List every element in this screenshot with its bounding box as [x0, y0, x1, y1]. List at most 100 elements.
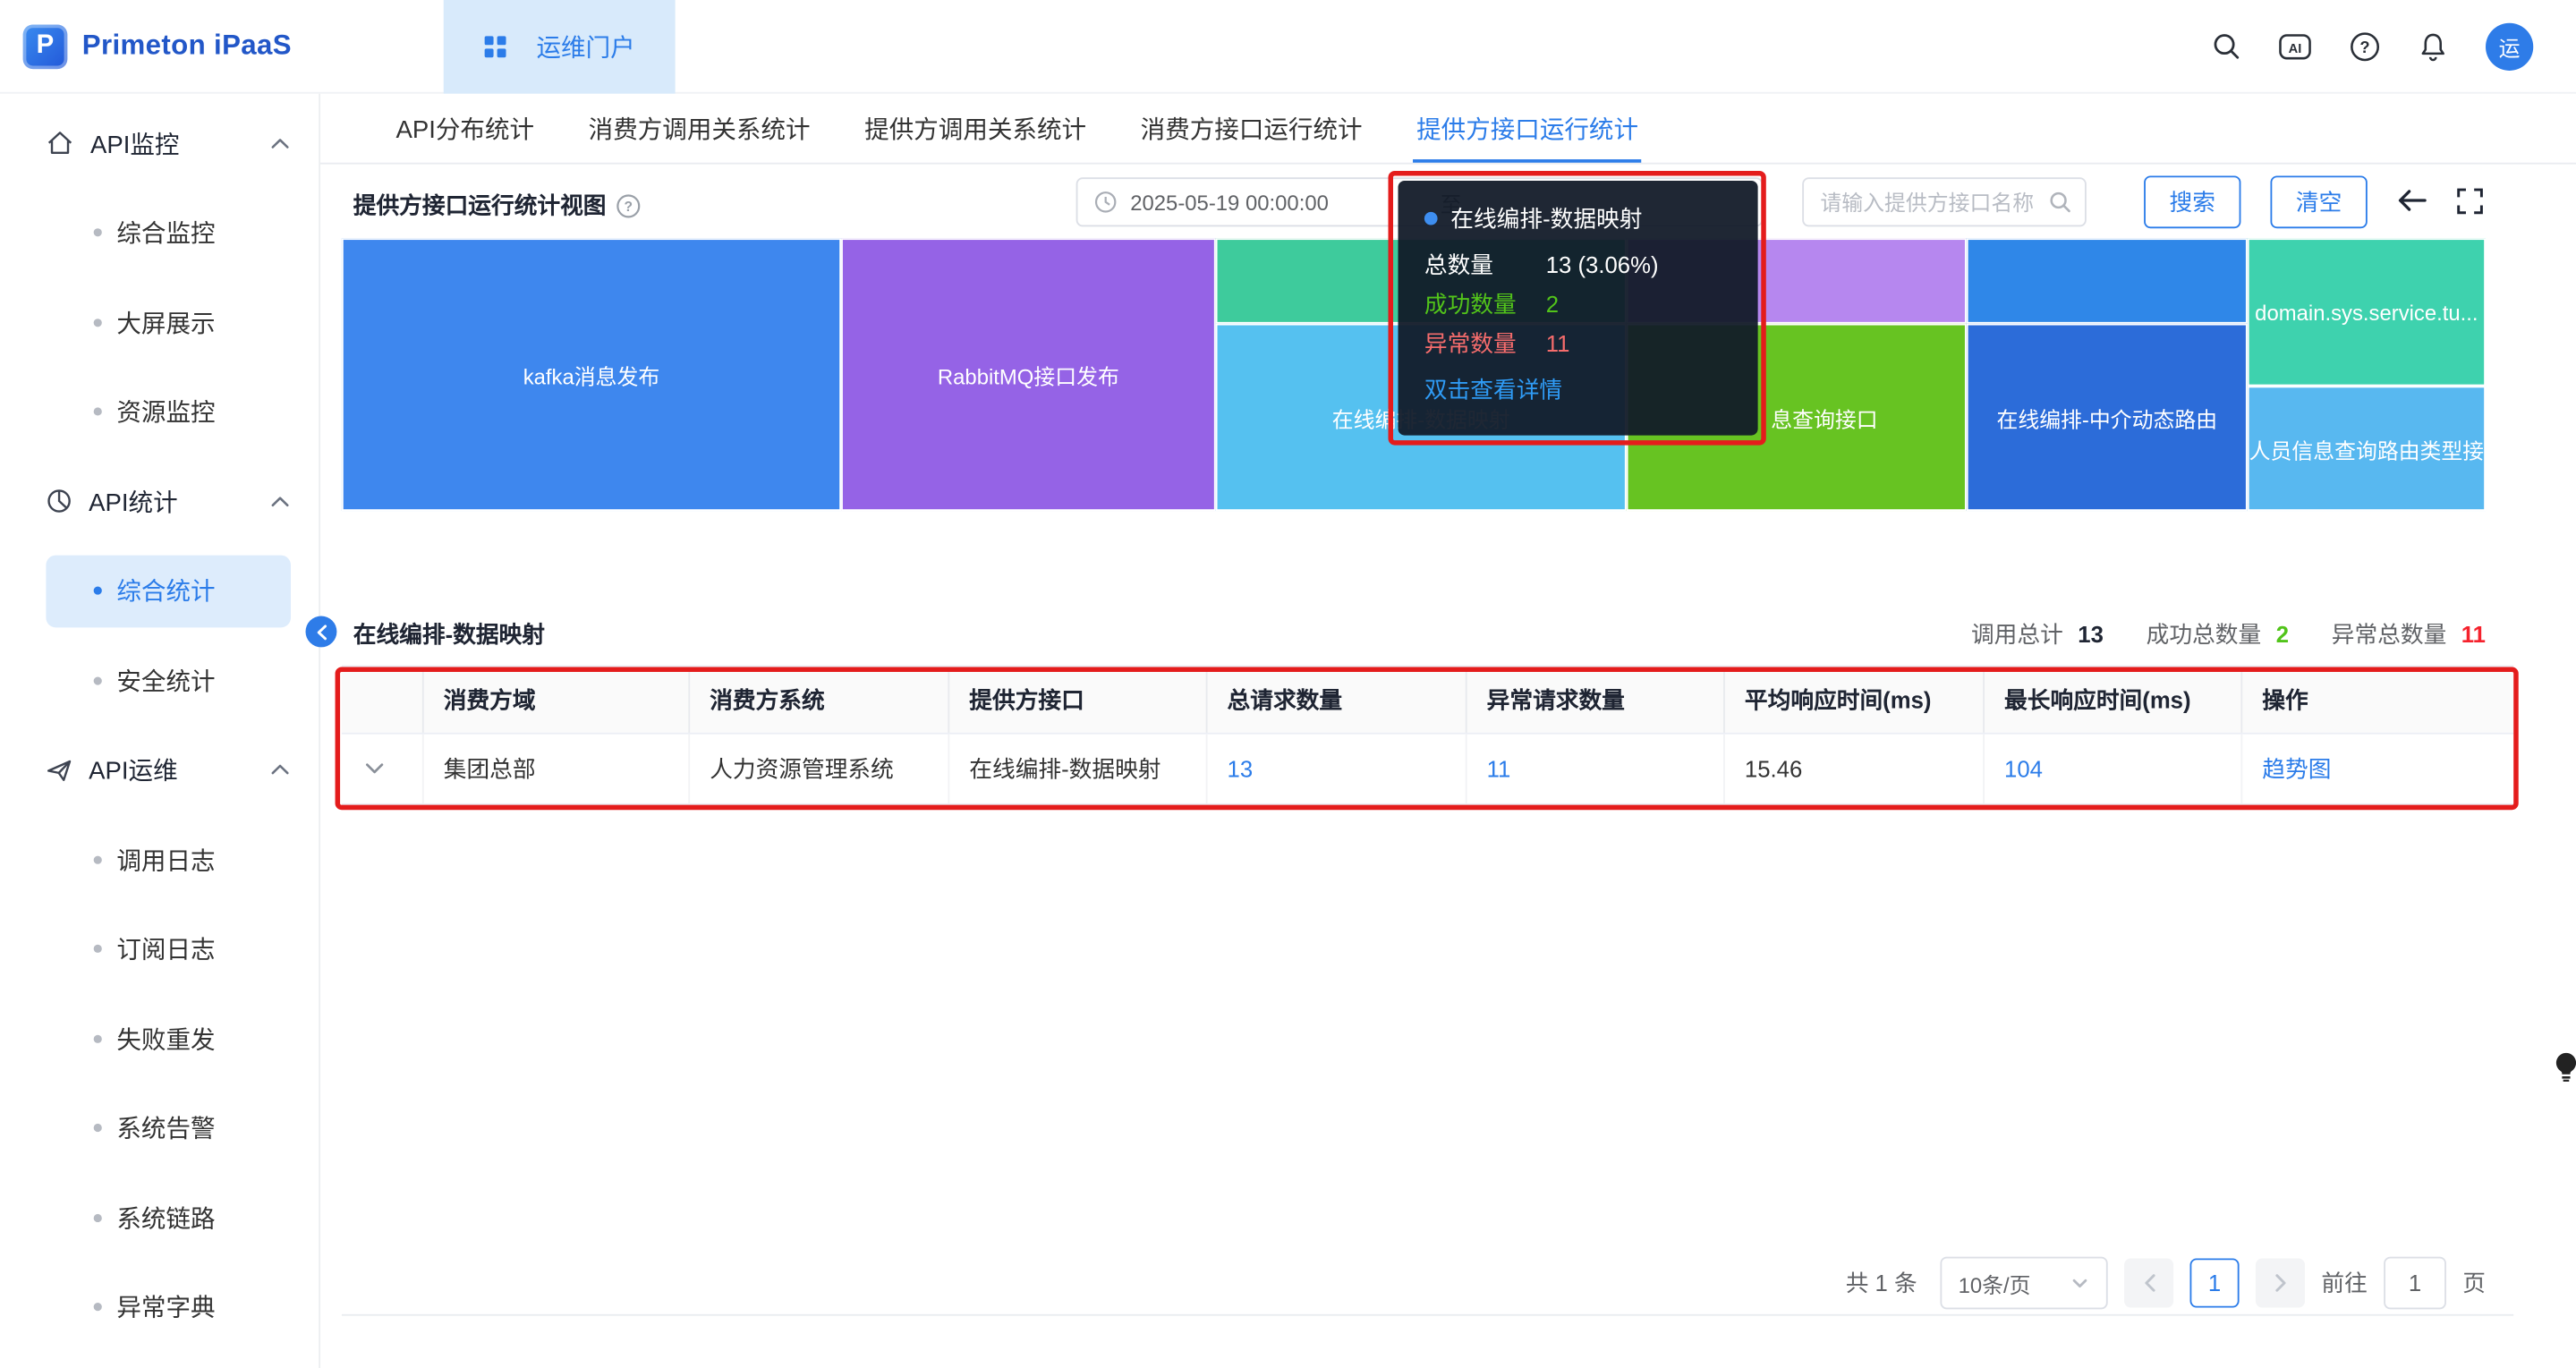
paper-plane-icon [46, 757, 72, 783]
portal-tab[interactable]: 运维门户 [443, 0, 675, 93]
sidebar: API监控 综合监控 大屏展示 资源监控 API统计 [0, 94, 320, 1368]
cell-consumer-domain: 集团总部 [424, 735, 690, 803]
series-dot [1424, 212, 1438, 225]
sidebar-section-api-stats[interactable]: API统计 [0, 456, 319, 546]
detail-title: 在线编排-数据映射 [353, 617, 545, 650]
collapse-panel-button[interactable] [306, 616, 337, 648]
section-title-text: 提供方接口运行统计视图 [353, 189, 607, 222]
tab-bar: API分布统计 消费方调用关系统计 提供方调用关系统计 消费方接口运行统计 提供… [320, 94, 2576, 165]
treemap-block-blue-top[interactable] [1967, 238, 2248, 323]
date-start-value: 2025-05-19 00:00:00 [1130, 190, 1329, 215]
table-header-expand [342, 667, 424, 732]
grid-icon [482, 34, 507, 59]
sidebar-item-resource-monitor[interactable]: 资源监控 [0, 367, 319, 456]
clock-icon [1094, 191, 1118, 214]
cell-error-requests-link[interactable]: 11 [1467, 735, 1725, 803]
pie-chart-icon [46, 489, 72, 514]
sidebar-item-label: 异常字典 [116, 1290, 215, 1325]
lightbulb-icon[interactable] [2553, 1051, 2576, 1087]
treemap-block-domain-service[interactable]: domain.sys.service.tu... [2248, 238, 2486, 386]
svg-text:?: ? [2359, 37, 2369, 55]
provider-search-input[interactable] [1820, 190, 2048, 215]
goto-page-input[interactable] [2384, 1257, 2446, 1310]
cell-max-response-link[interactable]: 104 [1985, 735, 2242, 803]
table-header-action: 操作 [2242, 667, 2513, 732]
bullet-dot [94, 587, 102, 595]
sidebar-item-exception-dict[interactable]: 异常字典 [0, 1262, 319, 1352]
cell-total-requests-link[interactable]: 13 [1208, 735, 1467, 803]
table-header-consumer-domain: 消费方域 [424, 667, 690, 732]
tooltip-detail-link[interactable]: 双击查看详情 [1424, 373, 1731, 406]
fullscreen-icon[interactable] [2450, 181, 2489, 220]
pagination-total: 共 1 条 [1846, 1267, 1917, 1300]
sidebar-item-label: 失败重发 [116, 1022, 215, 1057]
row-expand-cell [342, 735, 424, 803]
prev-page-button[interactable] [2124, 1258, 2173, 1307]
tooltip-title: 在线编排-数据映射 [1450, 202, 1642, 235]
sidebar-item-label: 综合监控 [116, 216, 215, 251]
portal-tab-label: 运维门户 [537, 29, 635, 64]
svg-text:AI: AI [2289, 41, 2302, 55]
sidebar-item-comprehensive-stats[interactable]: 综合统计 [0, 546, 319, 635]
cell-provider-api: 在线编排-数据映射 [949, 735, 1207, 803]
table-header-max-response: 最长响应时间(ms) [1985, 667, 2242, 732]
chevron-down-icon[interactable] [365, 762, 385, 776]
sidebar-item-system-alert[interactable]: 系统告警 [0, 1083, 319, 1173]
bullet-dot [94, 855, 102, 863]
table-header-error-requests: 异常请求数量 [1467, 667, 1725, 732]
sidebar-item-fail-retry[interactable]: 失败重发 [0, 994, 319, 1083]
header-actions: AI ? 运 [2210, 22, 2576, 70]
sidebar-item-comprehensive-monitor[interactable]: 综合监控 [0, 188, 319, 277]
tab-consumer-call-relation-stats[interactable]: 消费方调用关系统计 [589, 94, 811, 163]
avatar[interactable]: 运 [2486, 22, 2533, 70]
svg-text:?: ? [625, 199, 633, 214]
cell-consumer-system: 人力资源管理系统 [690, 735, 949, 803]
home-icon [46, 131, 73, 157]
table-header-consumer-system: 消费方系统 [690, 667, 949, 732]
treemap-block-dynamic-route[interactable]: 在线编排-中介动态路由 [1967, 324, 2248, 511]
sidebar-item-label: 订阅日志 [116, 932, 215, 967]
table-row: 集团总部 人力资源管理系统 在线编排-数据映射 13 11 15.46 104 … [342, 735, 2513, 805]
sidebar-item-label: 安全统计 [116, 663, 215, 698]
tab-consumer-api-run-stats[interactable]: 消费方接口运行统计 [1141, 94, 1363, 163]
page-size-select[interactable]: 10条/页 [1940, 1257, 2107, 1310]
stat-total-calls: 调用总计13 [1971, 617, 2104, 650]
page-number-1[interactable]: 1 [2190, 1258, 2240, 1307]
sidebar-section-api-ops[interactable]: API运维 [0, 726, 319, 815]
treemap-block-rabbitmq[interactable]: RabbitMQ接口发布 [841, 238, 1216, 511]
tab-provider-api-run-stats[interactable]: 提供方接口运行统计 [1416, 94, 1638, 163]
tab-provider-call-relation-stats[interactable]: 提供方调用关系统计 [864, 94, 1086, 163]
chart-tooltip: 在线编排-数据映射 总数量13 (3.06%) 成功数量2 异常数量11 双击查… [1399, 181, 1758, 436]
sidebar-item-security-stats[interactable]: 安全统计 [0, 636, 319, 726]
provider-search [1802, 177, 2087, 226]
tab-api-distribution-stats[interactable]: API分布统计 [395, 94, 534, 163]
sidebar-item-label: 调用日志 [116, 842, 215, 877]
sidebar-section-api-monitor[interactable]: API监控 [0, 98, 319, 188]
sidebar-item-subscribe-log[interactable]: 订阅日志 [0, 905, 319, 994]
bullet-dot [94, 1034, 102, 1042]
sidebar-item-label: 大屏展示 [116, 305, 215, 340]
cell-trend-chart-link[interactable]: 趋势图 [2242, 735, 2513, 803]
sidebar-item-call-log[interactable]: 调用日志 [0, 815, 319, 905]
sidebar-item-system-trace[interactable]: 系统链路 [0, 1173, 319, 1262]
search-icon[interactable] [2210, 30, 2243, 63]
treemap-block-person-route[interactable]: 人员信息查询路由类型接 [2248, 386, 2486, 511]
bullet-dot [94, 1303, 102, 1311]
back-arrow-icon[interactable] [2392, 181, 2431, 220]
bullet-dot [94, 1124, 102, 1132]
question-circle-icon[interactable]: ? [616, 193, 642, 218]
logo-icon: P [23, 24, 68, 69]
bullet-dot [94, 319, 102, 327]
bell-icon[interactable] [2417, 30, 2450, 63]
ai-icon[interactable]: AI [2279, 30, 2312, 63]
app-root: P Primeton iPaaS 运维门户 AI ? 运 [0, 0, 2576, 1368]
search-button[interactable]: 搜索 [2144, 175, 2240, 228]
help-icon[interactable]: ? [2348, 30, 2381, 63]
chevron-up-icon [271, 496, 289, 507]
sidebar-item-big-screen[interactable]: 大屏展示 [0, 277, 319, 367]
clear-button[interactable]: 清空 [2270, 175, 2367, 228]
treemap-block-kafka[interactable]: kafka消息发布 [342, 238, 841, 511]
sidebar-section-label: API运维 [89, 752, 177, 787]
panel-bottom-border [342, 1314, 2513, 1316]
next-page-button[interactable] [2256, 1258, 2305, 1307]
